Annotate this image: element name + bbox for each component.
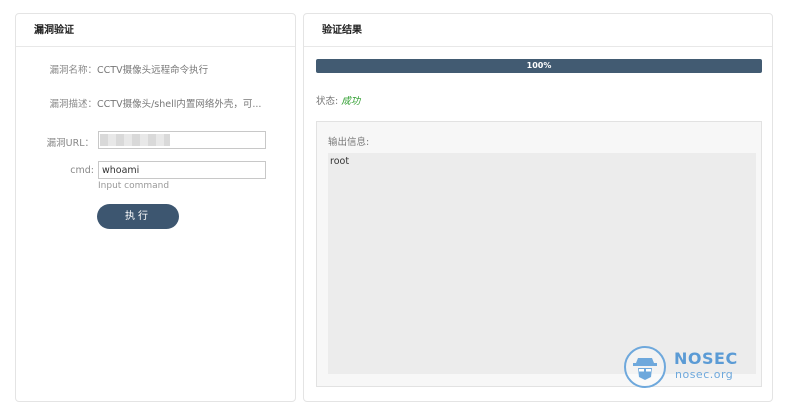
vuln-verify-title: 漏洞验证 bbox=[16, 14, 295, 47]
detective-icon bbox=[624, 346, 666, 388]
vuln-desc-label: 漏洞描述： bbox=[49, 99, 97, 110]
vuln-verify-panel: 漏洞验证 漏洞名称：CCTV摄像头远程命令执行 漏洞描述：CCTV摄像头/she… bbox=[15, 13, 296, 402]
watermark-domain: nosec.org bbox=[675, 368, 734, 381]
status-line: 状态: 成功 bbox=[316, 93, 360, 107]
execute-button[interactable]: 执行 bbox=[97, 204, 179, 229]
cmd-hint: Input command bbox=[98, 181, 170, 191]
vuln-name-row: 漏洞名称：CCTV摄像头远程命令执行 bbox=[16, 62, 295, 76]
progress-bar: 100% bbox=[316, 59, 762, 73]
status-label: 状态: bbox=[316, 96, 339, 107]
output-area[interactable]: root bbox=[328, 153, 756, 374]
url-field-wrap bbox=[16, 131, 295, 151]
vuln-desc-value: CCTV摄像头/shell内置网络外壳，可... bbox=[97, 99, 262, 110]
url-redacted-mask bbox=[100, 134, 170, 146]
watermark-brand: NOSEC bbox=[674, 349, 738, 368]
vuln-name-label: 漏洞名称： bbox=[49, 65, 97, 76]
cmd-input[interactable] bbox=[98, 161, 266, 179]
output-title: 输出信息: bbox=[328, 137, 370, 148]
vuln-desc-row: 漏洞描述：CCTV摄像头/shell内置网络外壳，可... bbox=[16, 96, 295, 110]
vuln-name-value: CCTV摄像头远程命令执行 bbox=[97, 65, 209, 76]
nosec-watermark: NOSEC nosec.org bbox=[624, 346, 744, 388]
verify-result-panel: 验证结果 100% 状态: 成功 输出信息: root bbox=[303, 13, 773, 402]
verify-result-title: 验证结果 bbox=[304, 14, 772, 47]
progress-label: 100% bbox=[526, 61, 552, 70]
status-value: 成功 bbox=[341, 96, 361, 107]
cmd-label: cmd: bbox=[70, 165, 94, 176]
